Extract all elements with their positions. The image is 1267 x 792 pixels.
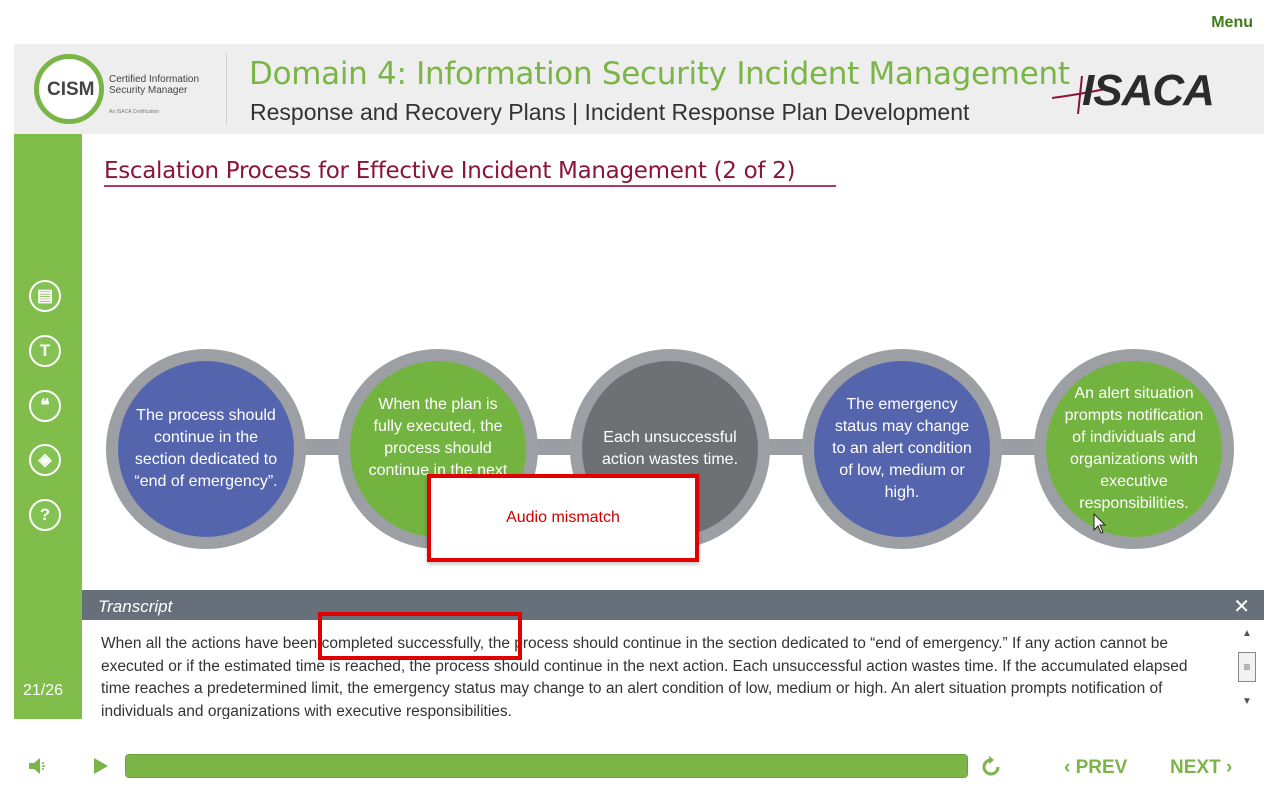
transcript-panel: When all the actions have been completed… bbox=[82, 620, 1264, 719]
play-icon[interactable] bbox=[92, 757, 110, 775]
menu-link[interactable]: Menu bbox=[1211, 14, 1253, 32]
circle-step-1-text: The process should continue in the secti… bbox=[118, 361, 294, 537]
circle-step-5-text: An alert situation prompts notification … bbox=[1046, 361, 1222, 537]
chevron-left-icon: ‹ bbox=[1064, 757, 1076, 778]
cism-tagline: An ISACA Certification bbox=[109, 109, 160, 115]
player-controls: ‹ PREV NEXT › bbox=[0, 719, 1267, 792]
text-icon: T bbox=[39, 341, 51, 360]
progress-fill bbox=[126, 755, 967, 777]
layers-icon: ◈ bbox=[38, 450, 52, 469]
circle-step-4: The emergency status may change to an al… bbox=[802, 349, 1002, 549]
notes-button[interactable]: ▤ bbox=[29, 280, 61, 312]
prev-button[interactable]: ‹ PREV bbox=[1064, 757, 1127, 779]
close-icon[interactable]: ✕ bbox=[1233, 594, 1250, 619]
scroll-up-icon[interactable]: ▲ bbox=[1242, 628, 1252, 639]
domain-subtitle: Response and Recovery Plans | Incident R… bbox=[250, 99, 970, 125]
prev-label: PREV bbox=[1075, 757, 1128, 778]
chevron-right-icon: › bbox=[1220, 757, 1233, 778]
mouse-pointer-icon bbox=[1093, 513, 1107, 534]
layers-button[interactable]: ◈ bbox=[29, 444, 61, 476]
notes-icon: ▤ bbox=[36, 286, 54, 305]
quote-icon: ❝ bbox=[40, 396, 50, 415]
course-header: CISM Certified Information Security Mana… bbox=[14, 44, 1264, 134]
next-button[interactable]: NEXT › bbox=[1170, 757, 1232, 779]
audio-mismatch-callout: Audio mismatch bbox=[427, 474, 699, 562]
transcript-text: When all the actions have been completed… bbox=[101, 635, 1188, 719]
transcript-scrollbar[interactable]: ▲ ≡ ▼ bbox=[1237, 628, 1259, 716]
quote-button[interactable]: ❝ bbox=[29, 390, 61, 422]
transcript-header: Transcript ✕ bbox=[82, 590, 1264, 620]
page-counter: 21/26 bbox=[23, 682, 64, 699]
text-button[interactable]: T bbox=[29, 335, 61, 367]
help-icon: ? bbox=[39, 505, 51, 524]
sidebar: ▤ T ❝ ◈ ? 21/26 bbox=[14, 134, 82, 719]
scroll-thumb[interactable]: ≡ bbox=[1238, 652, 1256, 682]
header-divider bbox=[226, 54, 227, 124]
domain-title: Domain 4: Information Security Incident … bbox=[249, 56, 1070, 92]
replay-icon[interactable] bbox=[979, 755, 1003, 779]
isaca-logo: ISACA bbox=[1052, 66, 1232, 116]
circle-step-5: An alert situation prompts notification … bbox=[1034, 349, 1234, 549]
next-label: NEXT bbox=[1170, 757, 1221, 778]
help-button[interactable]: ? bbox=[29, 499, 61, 531]
cism-subtitle-line2: Security Manager bbox=[109, 85, 188, 96]
isaca-wordmark: ISACA bbox=[1082, 66, 1215, 115]
scroll-down-icon[interactable]: ▼ bbox=[1242, 696, 1252, 707]
text-highlight-box bbox=[318, 612, 522, 660]
transcript-title: Transcript bbox=[98, 597, 173, 616]
cism-logo: CISM bbox=[34, 54, 104, 124]
circle-step-1: The process should continue in the secti… bbox=[106, 349, 306, 549]
cism-logo-text: CISM bbox=[47, 79, 95, 100]
circle-step-4-text: The emergency status may change to an al… bbox=[814, 361, 990, 537]
cism-subtitle-line1: Certified Information bbox=[109, 74, 200, 85]
progress-bar[interactable] bbox=[125, 754, 968, 778]
volume-icon[interactable] bbox=[28, 757, 48, 775]
cism-logo-subtitle: Certified Information Security Manager bbox=[109, 74, 229, 96]
